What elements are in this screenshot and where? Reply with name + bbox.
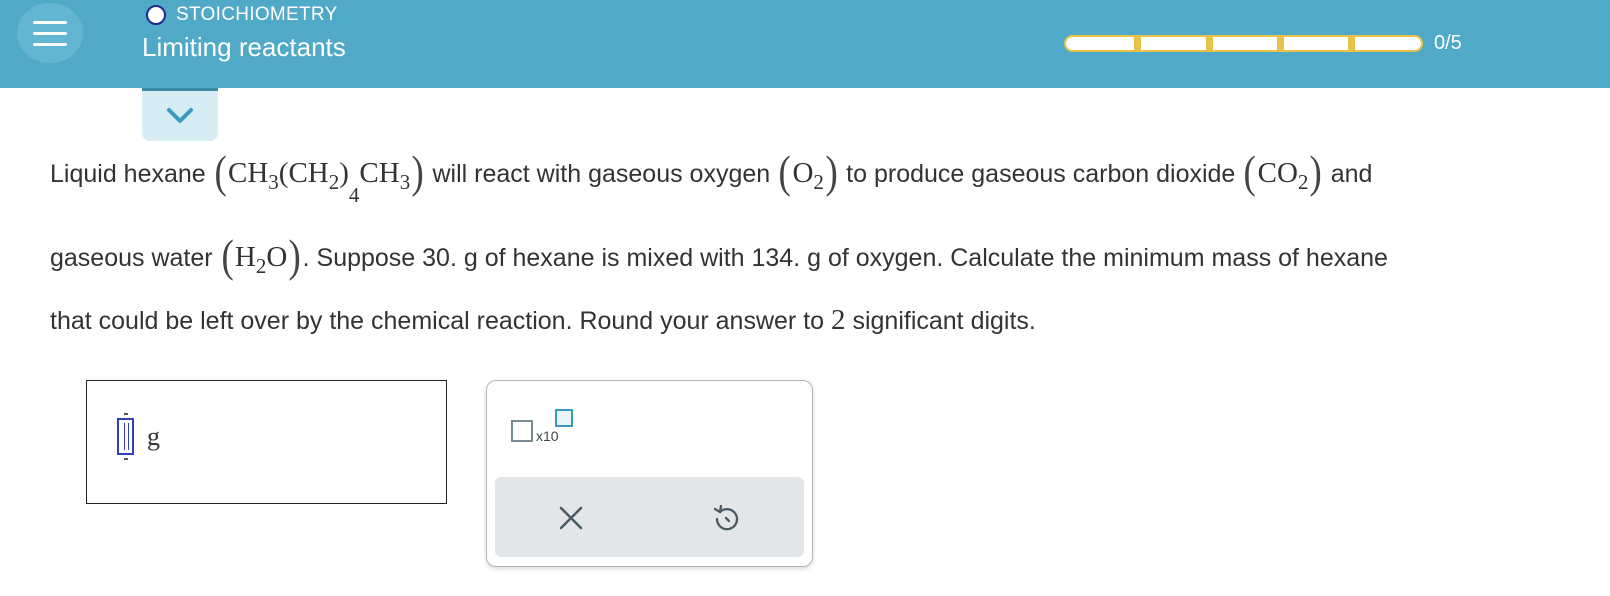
page-title: Limiting reactants xyxy=(142,32,346,62)
undo-button[interactable] xyxy=(706,498,746,538)
clear-button[interactable] xyxy=(551,498,591,538)
x10-label: x10 xyxy=(536,428,559,444)
question-line-3: that could be left over by the chemical … xyxy=(50,304,1036,336)
topic-status-icon xyxy=(146,5,166,25)
answer-input-box[interactable] xyxy=(86,380,447,504)
topic-row: STOICHIOMETRY xyxy=(146,4,338,26)
scientific-notation-button[interactable]: x10 xyxy=(511,406,573,450)
answer-input-cursor[interactable] xyxy=(117,418,134,455)
water-formula: H2O xyxy=(234,241,288,278)
question-line-2: gaseous water (H2O). Suppose 30. g of he… xyxy=(50,230,1388,282)
hexane-formula: CH3(CH2)4CH3 xyxy=(227,157,411,207)
action-bar xyxy=(495,477,804,557)
oxygen-formula: O2 xyxy=(792,157,824,194)
sig-digits-value: 2 xyxy=(831,304,846,336)
chevron-down-icon xyxy=(167,108,193,123)
progress-bar xyxy=(1064,35,1423,52)
co2-formula: CO2 xyxy=(1257,157,1309,194)
question-text: Liquid hexane (CH3(CH2)4CH3) will react … xyxy=(50,142,1610,344)
mantissa-box-icon xyxy=(511,420,533,442)
answer-unit: g xyxy=(147,422,160,451)
exponent-box-icon xyxy=(555,409,573,427)
undo-icon xyxy=(713,504,739,531)
header-bar: STOICHIOMETRY Limiting reactants 0/5 xyxy=(0,0,1610,88)
menu-button[interactable] xyxy=(17,3,83,63)
collapse-button[interactable] xyxy=(142,88,218,141)
topic-label: STOICHIOMETRY xyxy=(176,4,338,25)
close-icon xyxy=(559,506,583,530)
hamburger-icon xyxy=(33,20,67,24)
progress-count: 0/5 xyxy=(1434,32,1462,54)
question-line-1: Liquid hexane (CH3(CH2)4CH3) will react … xyxy=(50,146,1373,207)
